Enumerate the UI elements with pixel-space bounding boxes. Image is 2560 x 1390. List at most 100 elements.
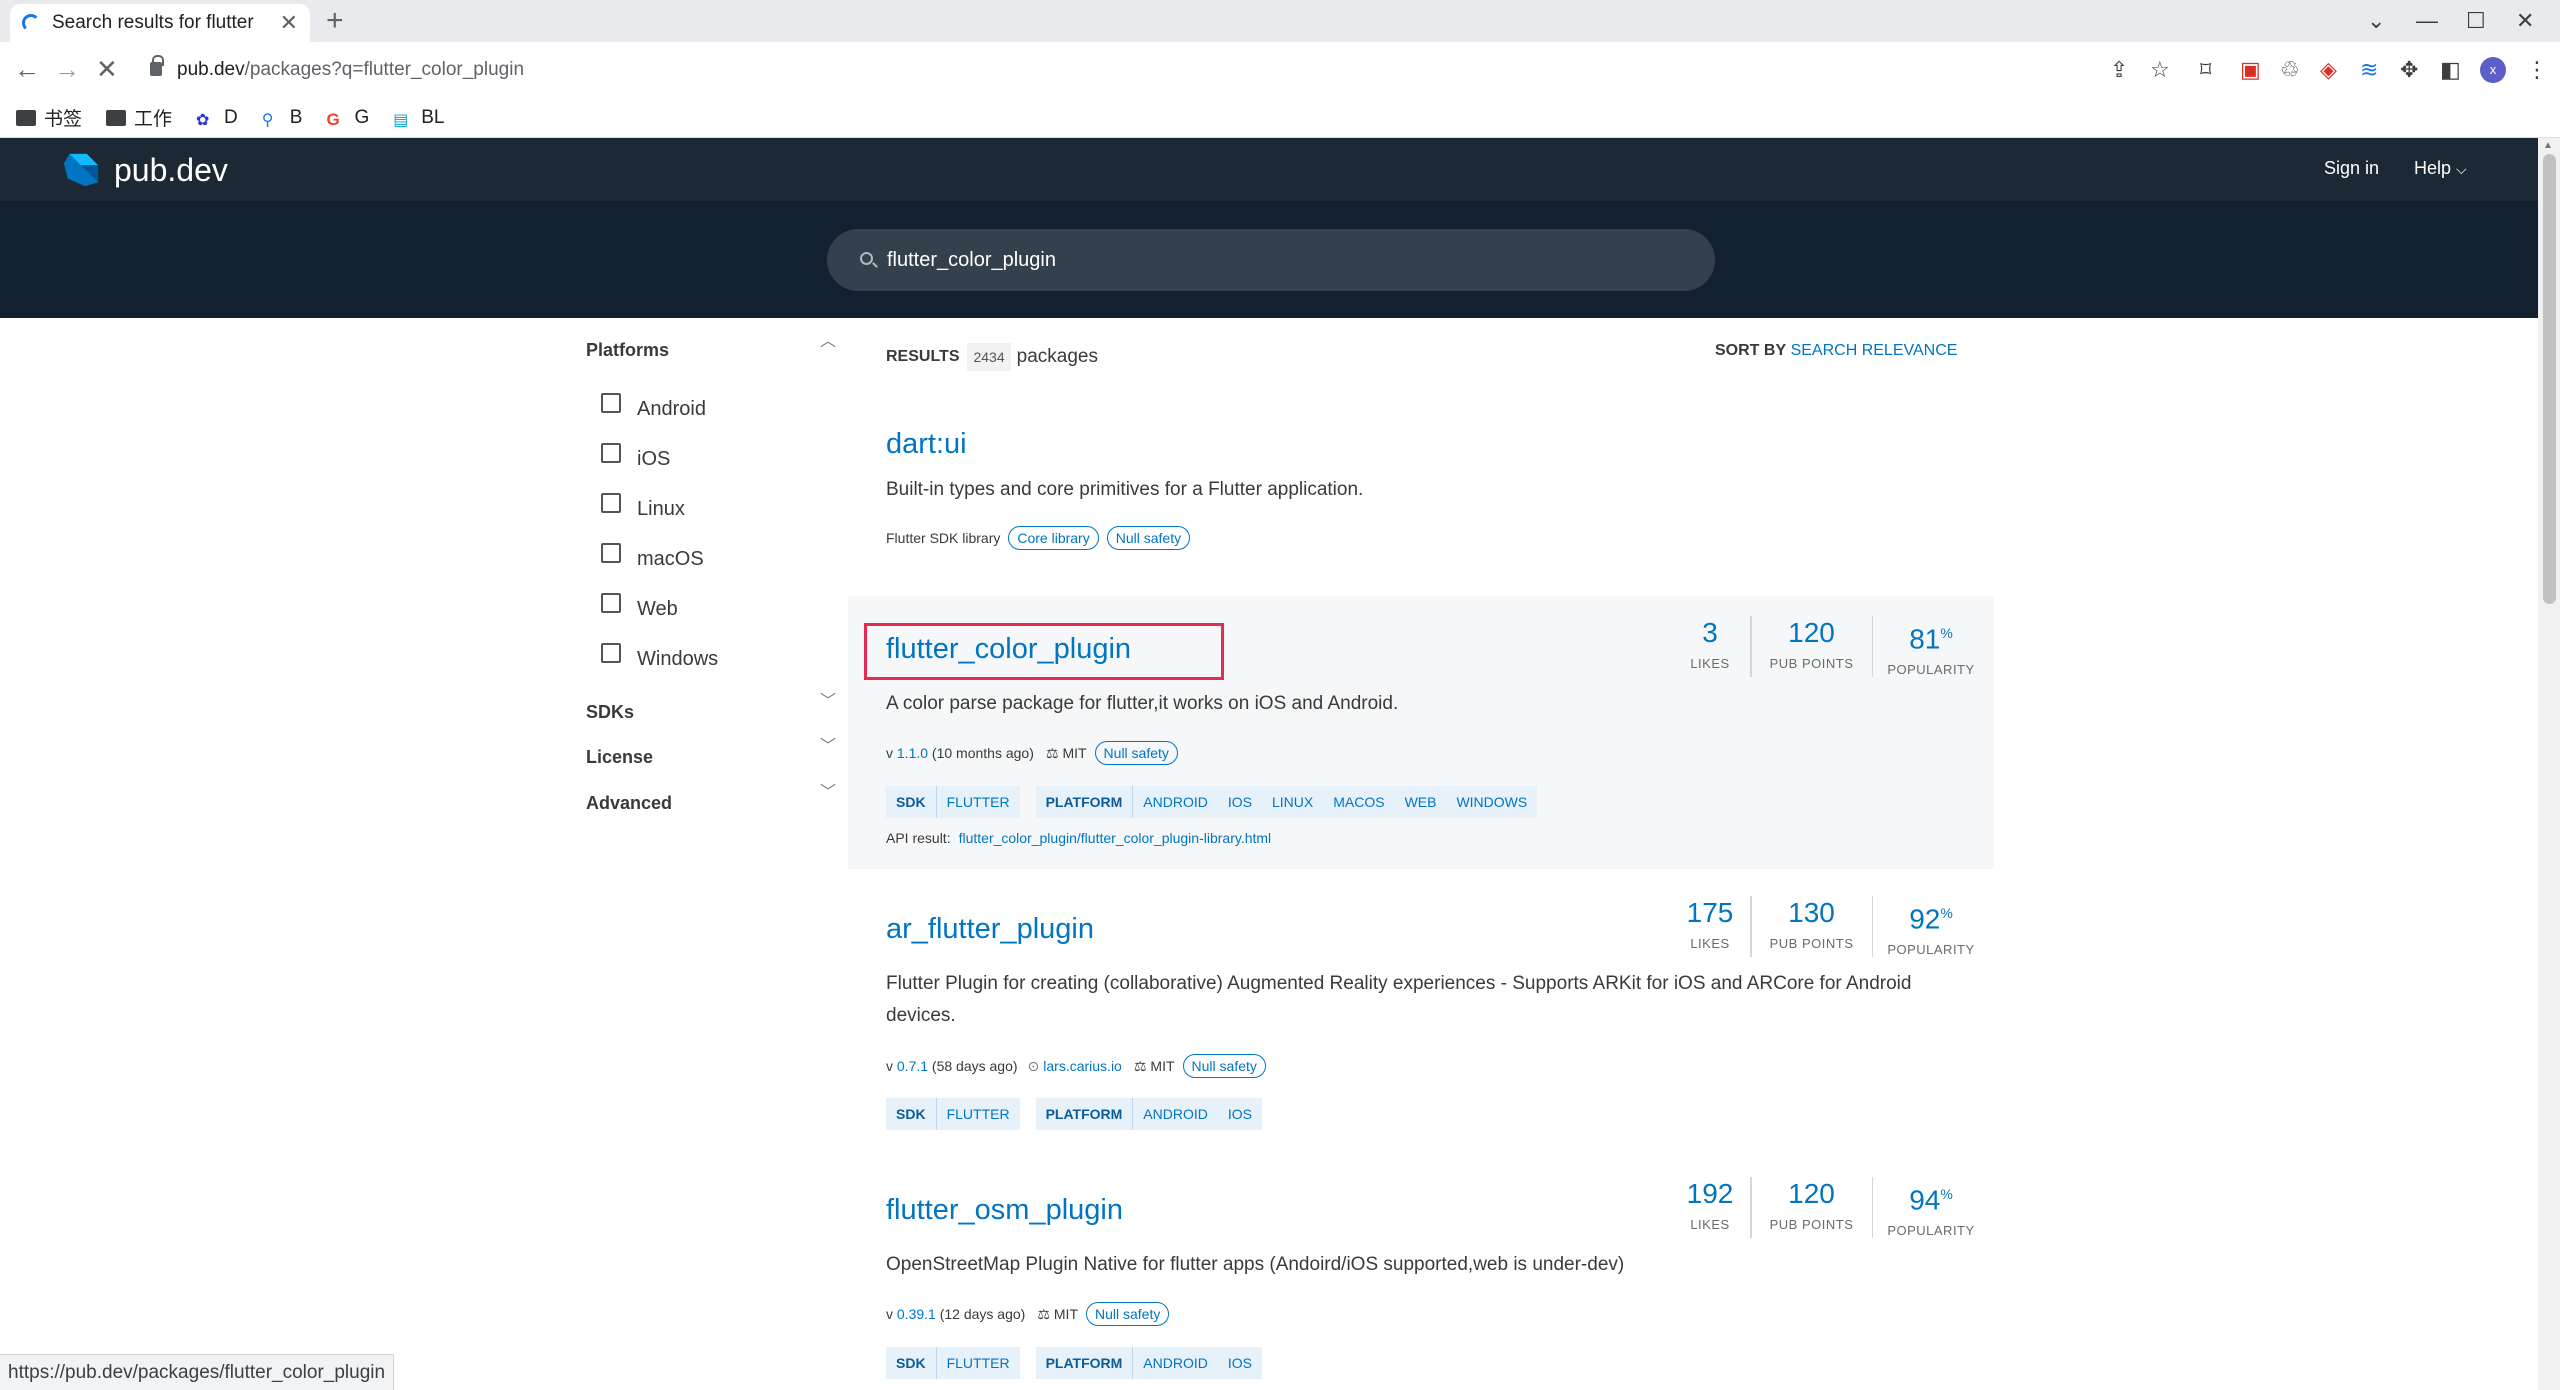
bookmark-star-icon[interactable]: ☆ [2150,56,2170,84]
tag-value[interactable]: IOS [1218,786,1262,818]
tag-value[interactable]: ANDROID [1133,786,1218,818]
package-title-link[interactable]: flutter_osm_plugin [886,1192,1123,1228]
filter-license-header[interactable]: License [586,745,653,769]
dart-logo-icon[interactable] [62,150,100,190]
sort-value-link[interactable]: SEARCH RELEVANCE [1791,342,1958,359]
tag-key[interactable]: PLATFORM [1036,786,1134,818]
help-menu[interactable]: Help ⌵ [2414,156,2467,181]
bookmark-item[interactable]: 工作 [106,104,172,131]
minimize-button[interactable]: — [2416,6,2438,36]
maximize-button[interactable]: ☐ [2466,6,2486,36]
likes-label: LIKES [1690,936,1730,951]
api-result-link[interactable]: flutter_color_plugin/flutter_color_plugi… [959,830,1272,846]
license-text: MIT [1062,745,1087,761]
checkbox[interactable] [601,592,621,613]
menu-kebab-icon[interactable]: ⋮ [2526,56,2548,84]
new-tab-button[interactable]: + [326,4,344,38]
share-icon[interactable]: ⇪ [2110,56,2128,84]
chevron-up-icon[interactable]: ︿ [820,332,836,352]
filter-platforms-header[interactable]: Platforms [586,338,669,362]
tag-key[interactable]: SDK [886,786,937,818]
browser-tab[interactable]: Search results for flutter ✕ [10,4,310,42]
checkbox[interactable] [601,442,621,463]
close-tab-icon[interactable]: ✕ [280,10,298,36]
filter-label: Web [637,598,678,620]
filter-ios[interactable]: iOS [601,442,670,471]
tag-value[interactable]: FLUTTER [937,1347,1020,1379]
filter-label: Linux [637,498,685,520]
filter-web[interactable]: Web [601,592,678,621]
scroll-up-arrow-icon[interactable]: ▲ [2543,140,2553,151]
package-title-link[interactable]: ar_flutter_plugin [886,911,1094,947]
extensions-puzzle-icon[interactable]: ✥ [2400,56,2418,84]
filter-android[interactable]: Android [601,392,706,421]
stop-loading-icon[interactable]: ✕ [96,54,118,84]
tag-value[interactable]: WINDOWS [1446,786,1537,818]
bookmark-item[interactable]: ✿ D [196,107,238,129]
tag-key[interactable]: PLATFORM [1036,1098,1134,1130]
filter-advanced-header[interactable]: Advanced [586,791,672,815]
checkbox[interactable] [601,642,621,663]
tag-chip[interactable]: Core library [1008,526,1099,550]
lock-icon[interactable] [150,55,164,76]
tag-key[interactable]: PLATFORM [1036,1347,1134,1379]
tag-value[interactable]: IOS [1218,1098,1262,1130]
chevron-down-icon[interactable]: ﹀ [820,692,836,712]
extension-cube-icon[interactable]: ◈ [2320,56,2337,84]
back-arrow-icon[interactable]: ← [14,54,40,84]
null-safety-chip[interactable]: Null safety [1086,1302,1170,1326]
tag-key[interactable]: SDK [886,1347,937,1379]
filter-linux[interactable]: Linux [601,492,685,521]
tag-value[interactable]: IOS [1218,1347,1262,1379]
checkbox[interactable] [601,492,621,513]
chevron-down-icon[interactable]: ﹀ [820,783,836,803]
folder-icon [16,109,36,126]
filter-macos[interactable]: macOS [601,542,704,571]
site-logo-text[interactable]: pub.dev [114,150,228,190]
bookmark-item[interactable]: GG [326,107,369,129]
extension-pdf-icon[interactable]: ▣ [2240,56,2261,84]
version-link[interactable]: 1.1.0 [897,745,928,761]
extension-layers-icon[interactable]: ≋ [2360,56,2378,84]
extension-recycle-icon[interactable]: ♲ [2280,56,2300,84]
tab-search-chevron-icon[interactable]: ⌄ [2367,6,2385,36]
bookmark-item[interactable]: 书签 [16,104,82,131]
tag-value[interactable]: WEB [1395,786,1447,818]
filter-windows[interactable]: Windows [601,642,718,671]
tag-value[interactable]: FLUTTER [937,1098,1020,1130]
package-title-link[interactable]: flutter_color_plugin [886,631,1131,667]
package-title-link[interactable]: dart:ui [886,426,967,462]
bookmark-label: D [224,106,238,128]
tag-value[interactable]: ANDROID [1133,1347,1218,1379]
sort-control[interactable]: SORT BY SEARCH RELEVANCE [1715,340,1957,362]
filter-sdks-header[interactable]: SDKs [586,700,634,724]
bookmark-item[interactable]: ⚲ B [262,107,303,129]
bookmark-item[interactable]: ▤ BL [393,107,444,129]
null-safety-chip[interactable]: Null safety [1182,1054,1266,1078]
tag-value[interactable]: ANDROID [1133,1098,1218,1130]
version-link[interactable]: 0.7.1 [897,1058,928,1074]
help-label: Help [2414,158,2452,178]
sign-in-link[interactable]: Sign in [2324,156,2379,180]
tag-chip[interactable]: Null safety [1106,526,1191,550]
publisher-link[interactable]: lars.carius.io [1043,1058,1122,1074]
close-window-button[interactable]: ✕ [2516,6,2534,36]
results-count: 2434 [967,343,1011,371]
checkbox[interactable] [601,542,621,563]
checkbox[interactable] [601,392,621,413]
chevron-down-icon[interactable]: ﹀ [820,737,836,757]
platform-tag-group: PLATFORM ANDROID IOS [1035,1347,1262,1379]
tag-value[interactable]: MACOS [1323,786,1394,818]
tag-value[interactable]: FLUTTER [937,786,1020,818]
forward-arrow-icon[interactable]: → [54,54,80,84]
version-age: (10 months ago) [931,745,1034,761]
tag-value[interactable]: LINUX [1262,786,1323,818]
tag-key[interactable]: SDK [886,1098,937,1130]
profile-avatar[interactable]: x [2480,57,2506,83]
scrollbar-thumb[interactable] [2543,154,2556,604]
reading-list-icon[interactable]: ⌑ [2200,56,2211,84]
side-panel-icon[interactable]: ◧ [2440,56,2461,84]
null-safety-chip[interactable]: Null safety [1094,741,1178,765]
address-bar[interactable]: pub.dev/packages?q=flutter_color_plugin [177,57,524,83]
version-link[interactable]: 0.39.1 [897,1306,936,1322]
